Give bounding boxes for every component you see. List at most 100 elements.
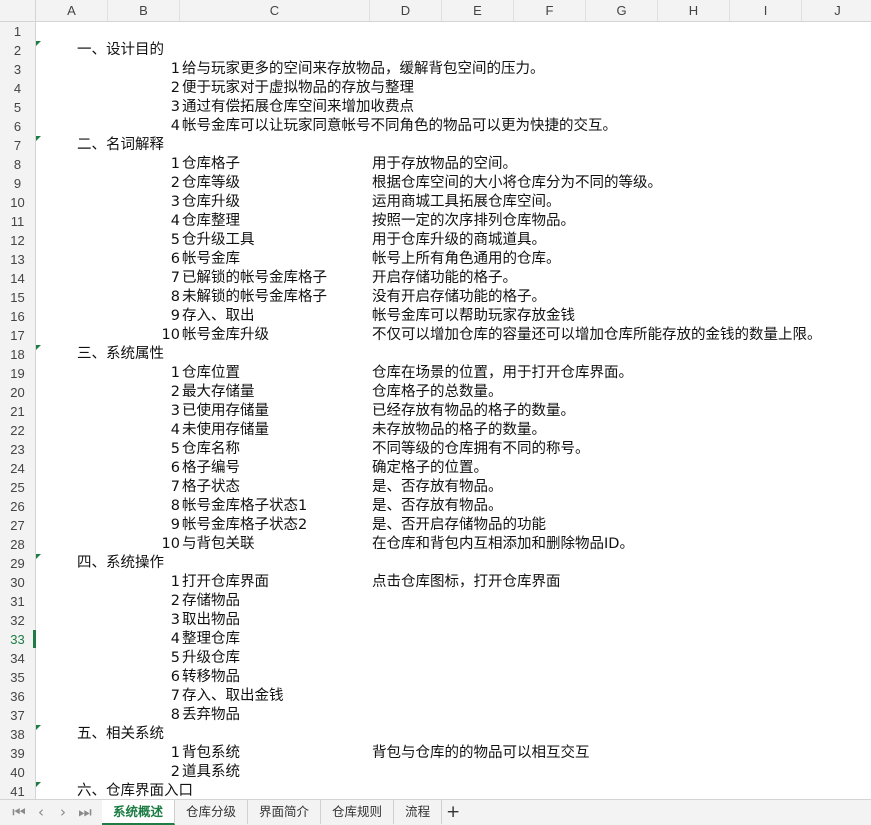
item-description-cell[interactable]: 是、否存放有物品。 [372,478,503,497]
item-description-cell[interactable]: 已经存放有物品的格子的数量。 [372,402,575,421]
row-header-9[interactable]: 9 [0,174,35,193]
last-sheet-icon[interactable]: ⏭ [76,802,94,822]
row-header-25[interactable]: 25 [0,478,35,497]
item-name-cell[interactable]: 丢弃物品 [182,706,240,725]
item-name-cell[interactable]: 转移物品 [182,668,240,687]
row-header-19[interactable]: 19 [0,364,35,383]
item-number-cell[interactable]: 9 [144,516,180,535]
sheet-tab-1[interactable]: 系统概述 [102,800,176,825]
item-number-cell[interactable]: 7 [144,478,180,497]
row-header-16[interactable]: 16 [0,307,35,326]
item-name-cell[interactable]: 便于玩家对于虚拟物品的存放与整理 [182,79,414,98]
item-name-cell[interactable]: 打开仓库界面 [182,573,269,592]
item-name-cell[interactable]: 仓库升级 [182,193,240,212]
item-name-cell[interactable]: 最大存储量 [182,383,255,402]
item-description-cell[interactable]: 不同等级的仓库拥有不同的称号。 [372,440,590,459]
item-name-cell[interactable]: 未使用存储量 [182,421,269,440]
item-number-cell[interactable]: 1 [144,60,180,79]
item-description-cell[interactable]: 按照一定的次序排列仓库物品。 [372,212,575,231]
item-number-cell[interactable]: 5 [144,649,180,668]
item-number-cell[interactable]: 7 [144,687,180,706]
item-description-cell[interactable]: 运用商城工具拓展仓库空间。 [372,193,561,212]
row-header-31[interactable]: 31 [0,592,35,611]
item-description-cell[interactable]: 开启存储功能的格子。 [372,269,517,288]
item-number-cell[interactable]: 5 [144,231,180,250]
column-header-a[interactable]: A [36,0,108,21]
item-name-cell[interactable]: 已使用存储量 [182,402,269,421]
column-header-f[interactable]: F [514,0,586,21]
item-name-cell[interactable]: 仓库等级 [182,174,240,193]
row-header-11[interactable]: 11 [0,212,35,231]
item-number-cell[interactable]: 4 [144,212,180,231]
column-header-b[interactable]: B [108,0,180,21]
item-number-cell[interactable]: 10 [144,326,180,345]
row-header-32[interactable]: 32 [0,611,35,630]
row-header-6[interactable]: 6 [0,117,35,136]
row-header-4[interactable]: 4 [0,79,35,98]
item-description-cell[interactable]: 仓库在场景的位置，用于打开仓库界面。 [372,364,633,383]
item-number-cell[interactable]: 2 [144,592,180,611]
row-header-2[interactable]: 2 [0,41,35,60]
row-header-17[interactable]: 17 [0,326,35,345]
column-header-h[interactable]: H [658,0,730,21]
row-header-7[interactable]: 7 [0,136,35,155]
item-name-cell[interactable]: 格子编号 [182,459,240,478]
item-name-cell[interactable]: 帐号金库 [182,250,240,269]
section-heading-cell[interactable]: 三、系统属性 [77,345,164,364]
row-header-34[interactable]: 34 [0,649,35,668]
sheet-tab-3[interactable]: 界面简介 [248,800,322,824]
item-number-cell[interactable]: 4 [144,630,180,649]
row-header-24[interactable]: 24 [0,459,35,478]
row-header-30[interactable]: 30 [0,573,35,592]
item-number-cell[interactable]: 3 [144,611,180,630]
item-description-cell[interactable]: 背包与仓库的的物品可以相互交互 [372,744,590,763]
item-description-cell[interactable]: 在仓库和背包内互相添加和删除物品ID。 [372,535,634,554]
item-description-cell[interactable]: 点击仓库图标，打开仓库界面 [372,573,561,592]
column-header-d[interactable]: D [370,0,442,21]
sheet-tab-4[interactable]: 仓库规则 [321,800,395,824]
item-name-cell[interactable]: 取出物品 [182,611,240,630]
item-name-cell[interactable]: 仓升级工具 [182,231,255,250]
row-header-39[interactable]: 39 [0,744,35,763]
row-header-38[interactable]: 38 [0,725,35,744]
item-name-cell[interactable]: 道具系统 [182,763,240,782]
row-header-37[interactable]: 37 [0,706,35,725]
row-header-14[interactable]: 14 [0,269,35,288]
item-number-cell[interactable]: 2 [144,79,180,98]
item-number-cell[interactable]: 1 [144,573,180,592]
item-description-cell[interactable]: 是、否存放有物品。 [372,497,503,516]
column-header-j[interactable]: J [802,0,871,21]
row-header-20[interactable]: 20 [0,383,35,402]
item-name-cell[interactable]: 仓库整理 [182,212,240,231]
select-all-corner[interactable] [0,0,36,22]
prev-sheet-icon[interactable]: ‹ [32,802,50,822]
row-header-12[interactable]: 12 [0,231,35,250]
sheet-tab-5[interactable]: 流程 [394,800,443,824]
row-header-23[interactable]: 23 [0,440,35,459]
row-header-8[interactable]: 8 [0,155,35,174]
item-name-cell[interactable]: 未解锁的帐号金库格子 [182,288,327,307]
item-number-cell[interactable]: 2 [144,174,180,193]
item-name-cell[interactable]: 存入、取出 [182,307,255,326]
item-description-cell[interactable]: 帐号金库可以帮助玩家存放金钱 [372,307,575,326]
item-description-cell[interactable]: 没有开启存储功能的格子。 [372,288,546,307]
item-number-cell[interactable]: 8 [144,497,180,516]
sheet-tab-2[interactable]: 仓库分级 [175,800,249,824]
item-description-cell[interactable]: 不仅可以增加仓库的容量还可以增加仓库所能存放的金钱的数量上限。 [372,326,822,345]
item-name-cell[interactable]: 背包系统 [182,744,240,763]
item-name-cell[interactable]: 存入、取出金钱 [182,687,284,706]
row-header-15[interactable]: 15 [0,288,35,307]
row-header-40[interactable]: 40 [0,763,35,782]
item-description-cell[interactable]: 用于存放物品的空间。 [372,155,517,174]
item-description-cell[interactable]: 未存放物品的格子的数量。 [372,421,546,440]
section-heading-cell[interactable]: 四、系统操作 [77,554,164,573]
item-name-cell[interactable]: 帐号金库格子状态1 [182,497,307,516]
item-number-cell[interactable]: 6 [144,668,180,687]
column-header-e[interactable]: E [442,0,514,21]
item-name-cell[interactable]: 仓库位置 [182,364,240,383]
row-header-10[interactable]: 10 [0,193,35,212]
item-number-cell[interactable]: 4 [144,117,180,136]
item-number-cell[interactable]: 6 [144,250,180,269]
item-number-cell[interactable]: 3 [144,98,180,117]
item-description-cell[interactable]: 确定格子的位置。 [372,459,488,478]
